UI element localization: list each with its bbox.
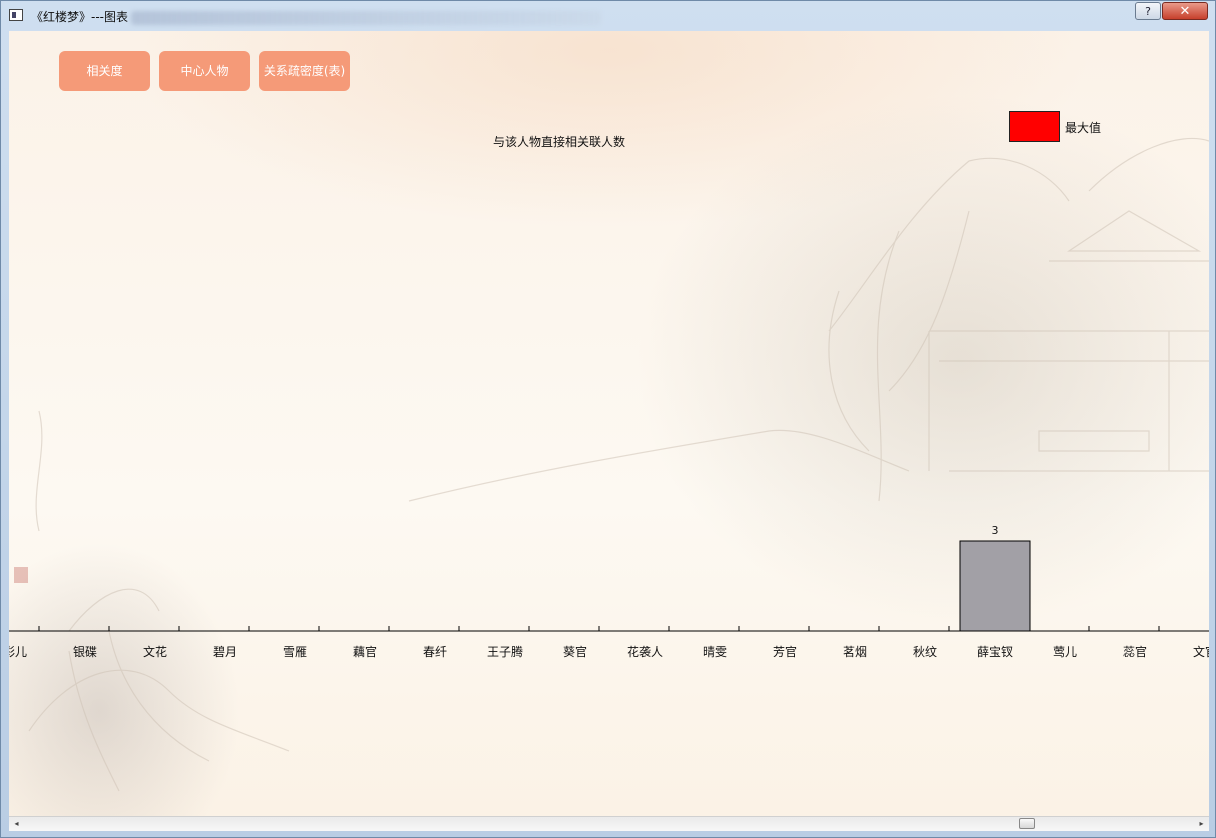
horizontal-scrollbar[interactable]: ◂ ▸ — [9, 816, 1209, 831]
x-tick-label: 薛宝钗 — [977, 645, 1013, 659]
x-tick-label: 晴雯 — [703, 645, 727, 659]
x-tick-label: 蕊官 — [1123, 644, 1147, 659]
x-tick-label: 雪雁 — [283, 645, 307, 659]
x-tick-label: 花袭人 — [627, 644, 663, 659]
scroll-right-arrow-icon[interactable]: ▸ — [1194, 817, 1209, 831]
window-title: 《红楼梦》---图表 — [31, 10, 128, 24]
app-icon — [9, 9, 23, 21]
x-tick-label: 王子腾 — [487, 644, 523, 659]
x-tick-label: 藕官 — [353, 644, 377, 659]
blurred-title-region — [131, 11, 601, 25]
x-tick-label: 碧月 — [213, 645, 237, 659]
title-bar[interactable]: 《红楼梦》---图表 ? ✕ — [1, 1, 1215, 31]
close-button[interactable]: ✕ — [1162, 2, 1208, 20]
chart-canvas: 相关度 中心人物 关系疏密度(表) 与该人物直接相关联人数 最大值 彩儿银碟文花… — [9, 31, 1209, 816]
bar-chart: 彩儿 银碟 文花 碧月 雪雁 藕官 春纤 王子腾 葵官 花袭人 晴雯 芳官 茗烟 秋纹 薛宝钗 3 莺儿 蕊官 文官 — [9, 524, 1209, 659]
chart-window: 《红楼梦》---图表 ? ✕ 相关度 中心人物 关系疏密度(表) 与该人物直接相… — [0, 0, 1216, 838]
x-tick-label: 彩儿 — [9, 645, 27, 659]
x-tick-label: 春纤 — [423, 645, 447, 659]
scrollbar-thumb[interactable] — [1019, 818, 1035, 829]
scroll-left-arrow-icon[interactable]: ◂ — [9, 817, 24, 831]
bar[interactable] — [959, 540, 1031, 632]
bar-data-label: 3 — [992, 524, 999, 537]
x-tick-label: 秋纹 — [913, 645, 937, 659]
help-button[interactable]: ? — [1135, 2, 1161, 20]
x-tick-label: 葵官 — [563, 644, 587, 659]
x-tick-label: 茗烟 — [843, 645, 867, 659]
x-tick-label: 银碟 — [73, 645, 97, 659]
x-tick-label: 芳官 — [773, 644, 797, 659]
x-tick-label: 文花 — [143, 644, 167, 659]
x-tick-label: 莺儿 — [1053, 645, 1077, 659]
x-tick-label: 文官 — [1193, 644, 1209, 659]
